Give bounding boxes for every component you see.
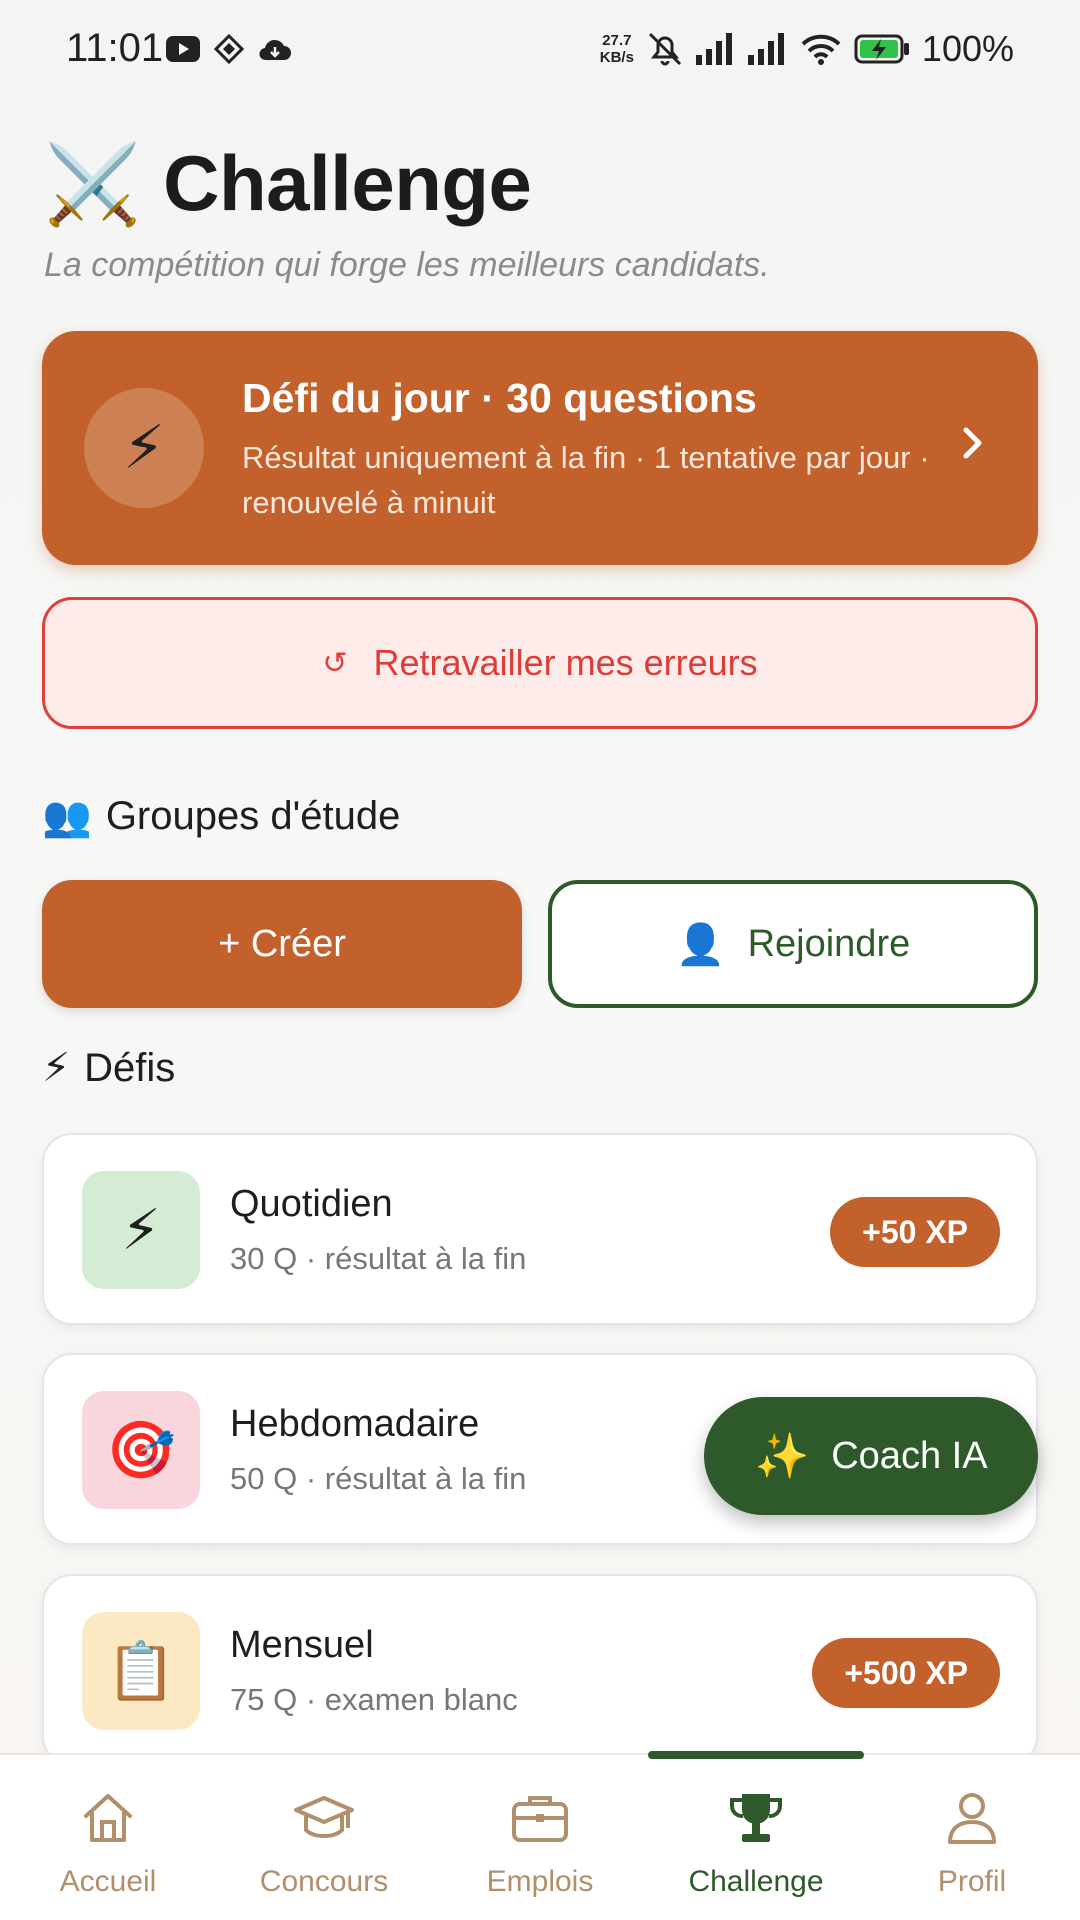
retry-icon: ↺ [322, 646, 348, 680]
speed-unit: KB/s [599, 49, 634, 66]
daily-challenge-description: Résultat uniquement à la fin · 1 tentati… [242, 440, 930, 520]
challenge-emoji: ⚡ [121, 1198, 161, 1261]
page-header: ⚔️ Challenge [44, 138, 532, 229]
challenge-emoji: 🎯 [106, 1418, 176, 1481]
nav-item-profil[interactable]: Profil [864, 1755, 1080, 1920]
status-bar: 11:01 27.7 KB/s 100% [0, 0, 1080, 100]
nav-label: Concours [259, 1865, 389, 1898]
daily-challenge-card[interactable]: ⚡ Défi du jour · 30 questions Résultat u… [42, 331, 1038, 565]
groups-heading: 👥 Groupes d'étude [42, 793, 400, 840]
nav-item-emplois[interactable]: Emplois [432, 1755, 648, 1920]
battery-charging-icon [854, 34, 909, 64]
daily-challenge-emoji: ⚡ [122, 414, 166, 481]
nav-item-challenge[interactable]: Challenge [648, 1755, 864, 1920]
battery-percentage: 100% [921, 28, 1014, 69]
speed-value: 27.7 [602, 32, 632, 49]
page-subtitle: La compétition qui forge les meilleurs c… [44, 246, 770, 284]
nav-label: Profil [937, 1865, 1007, 1898]
lightning-icon: ⚡ [82, 1171, 200, 1289]
nav-item-concours[interactable]: Concours [216, 1755, 432, 1920]
briefcase-icon [507, 1785, 573, 1851]
graduation-cap-icon [291, 1785, 357, 1851]
status-right: 27.7 KB/s 100% [600, 28, 1014, 70]
trophy-icon [723, 1785, 789, 1851]
target-icon: 🎯 [82, 1391, 200, 1509]
challenge-meta: 30 Q · résultat à la fin [230, 1241, 527, 1276]
signal-icon [747, 33, 784, 65]
groups-title: Groupes d'étude [105, 794, 401, 838]
retry-errors-button[interactable]: ↺ Retravailler mes erreurs [42, 597, 1038, 729]
retry-errors-label: Retravailler mes erreurs [373, 642, 758, 683]
challenges-heading: ⚡ Défis [42, 1045, 175, 1091]
challenge-name: Hebdomadaire [230, 1403, 480, 1445]
lightning-icon: ⚡ [42, 1046, 71, 1090]
nav-label: Accueil [59, 1865, 157, 1898]
challenge-name: Mensuel [230, 1624, 374, 1666]
nav-label: Challenge [688, 1865, 824, 1898]
chevron-right-icon [948, 413, 998, 473]
crossed-swords-icon: ⚔️ [44, 139, 142, 228]
daily-challenge-title: Défi du jour · 30 questions [242, 375, 757, 421]
status-left-icons [166, 34, 292, 64]
status-time: 11:01 [66, 26, 164, 70]
xp-badge: +500 XP [812, 1638, 1000, 1708]
challenge-meta: 50 Q · résultat à la fin [230, 1461, 527, 1496]
challenge-card-monthly[interactable]: 📋 Mensuel 75 Q · examen blanc +500 XP [42, 1574, 1038, 1766]
challenge-emoji: 📋 [106, 1639, 176, 1702]
wifi-icon [801, 34, 841, 65]
page-title: Challenge [163, 139, 532, 227]
person-icon: 👤 [675, 922, 726, 967]
join-group-button[interactable]: 👤 Rejoindre [548, 880, 1038, 1008]
bottom-navigation: Accueil Concours Emplois Challenge Profi… [0, 1751, 1080, 1920]
home-icon [75, 1785, 141, 1851]
youtube-icon [166, 36, 200, 62]
coach-ia-label: Coach IA [831, 1434, 988, 1477]
challenges-title: Défis [84, 1045, 176, 1090]
app-icon [214, 34, 244, 64]
challenge-name: Quotidien [230, 1183, 393, 1225]
signal-icon [695, 33, 732, 65]
user-icon [939, 1785, 1005, 1851]
challenge-meta: 75 Q · examen blanc [230, 1682, 518, 1717]
join-group-label: Rejoindre [747, 922, 911, 965]
clipboard-icon: 📋 [82, 1612, 200, 1730]
create-group-button[interactable]: + Créer [42, 880, 522, 1008]
network-speed: 27.7 KB/s [600, 32, 634, 66]
nav-item-accueil[interactable]: Accueil [0, 1755, 216, 1920]
cloud-icon [259, 39, 291, 61]
coach-ia-button[interactable]: ✨ Coach IA [704, 1397, 1038, 1515]
people-icon: 👥 [42, 795, 92, 839]
challenge-card-daily[interactable]: ⚡ Quotidien 30 Q · résultat à la fin +50… [42, 1133, 1038, 1325]
mute-icon [648, 32, 681, 66]
xp-badge: +50 XP [830, 1197, 1000, 1267]
sparkles-icon: ✨ [754, 1432, 810, 1481]
nav-label: Emplois [486, 1865, 594, 1898]
lightning-icon: ⚡ [84, 388, 204, 508]
